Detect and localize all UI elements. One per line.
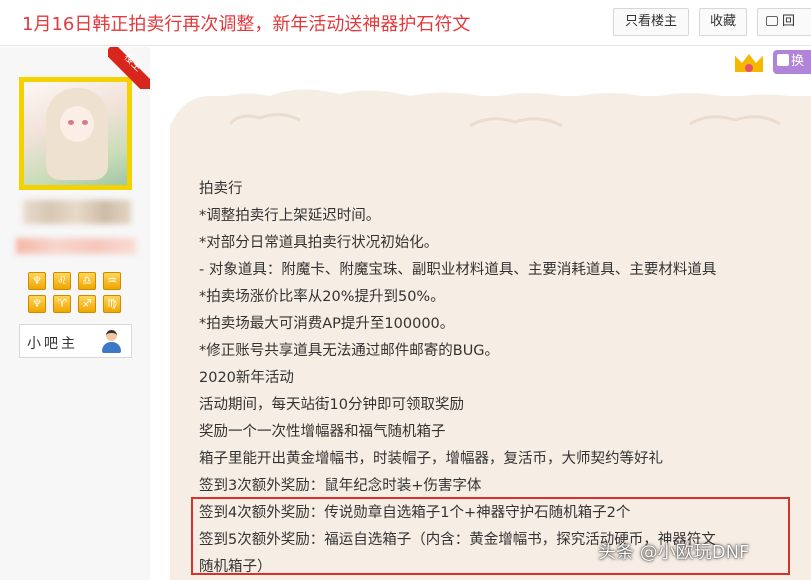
badge-icon[interactable]: ♐: [78, 295, 96, 313]
post-line: 箱子里能开出黄金增幅书，时装帽子，增幅器，复活币，大师契约等好礼: [199, 451, 663, 467]
swap-badge[interactable]: 换: [773, 50, 811, 74]
avatar-face: [60, 106, 94, 142]
badge-icon[interactable]: ♈: [53, 295, 71, 313]
crown-icon[interactable]: [733, 48, 765, 76]
reply-icon: [766, 16, 778, 26]
reply-button[interactable]: 回: [757, 8, 811, 36]
moderator-icon-head: [106, 330, 117, 341]
owner-ribbon: 楼主: [108, 47, 150, 89]
moderator-icon: [100, 330, 122, 354]
blurred-username: [23, 200, 131, 224]
post-line: 奖励一个一次性增幅器和福气随机箱子: [199, 424, 446, 440]
only-owner-button[interactable]: 只看楼主: [613, 8, 689, 36]
moderator-icon-body: [102, 342, 121, 353]
role-label: 小吧主: [27, 336, 78, 352]
avatar-eye: [68, 120, 74, 125]
crown-gem: [745, 64, 753, 72]
avatar[interactable]: [19, 77, 132, 190]
avatar-eye: [82, 120, 88, 125]
avatar-image: [24, 82, 127, 185]
reply-label: 回: [782, 14, 796, 29]
role-box[interactable]: 小吧主: [19, 324, 132, 358]
post-line: 2020新年活动: [199, 370, 294, 386]
badge-icon[interactable]: ♆: [28, 295, 46, 313]
badge-icon[interactable]: ♆: [28, 272, 46, 290]
post-line: *调整拍卖行上架延迟时间。: [199, 208, 381, 224]
post-line: 签到3次额外奖励：鼠年纪念时装+伤害字体: [199, 478, 482, 494]
post-line: *修正账号共享道具无法通过邮件邮寄的BUG。: [199, 343, 500, 359]
post-line: *拍卖场最大可消费AP提升至100000。: [199, 316, 455, 332]
post-line: *拍卖场涨价比率从20%提升到50%。: [199, 289, 445, 305]
badge-icon[interactable]: ♌: [53, 272, 71, 290]
post-line: *对部分日常道具拍卖行状况初始化。: [199, 235, 439, 251]
watermark: 头条 @小欧玩DNF: [598, 542, 750, 563]
blurred-level-bar: [16, 238, 136, 254]
badge-grid: ♆ ♌ ♎ ♒ ♆ ♈ ♐ ♍: [28, 272, 124, 313]
post-line: 活动期间，每天站街10分钟即可领取奖励: [199, 397, 464, 413]
thread-title[interactable]: 1月16日韩正拍卖行再次调整，新年活动送神器护石符文: [22, 10, 470, 36]
swap-label: 换: [791, 54, 805, 69]
badge-icon[interactable]: ♒: [103, 272, 121, 290]
badge-icon[interactable]: ♍: [103, 295, 121, 313]
post-line: - 对象道具：附魔卡、附魔宝珠、副职业材料道具、主要消耗道具、主要材料道具: [199, 262, 717, 278]
thread-header: 1月16日韩正拍卖行再次调整，新年活动送神器护石符文 只看楼主 收藏 回: [0, 0, 811, 46]
badge-icon[interactable]: ♎: [78, 272, 96, 290]
favorite-button[interactable]: 收藏: [699, 8, 747, 36]
swap-icon: [777, 54, 789, 66]
post-line: 拍卖行: [199, 181, 243, 197]
